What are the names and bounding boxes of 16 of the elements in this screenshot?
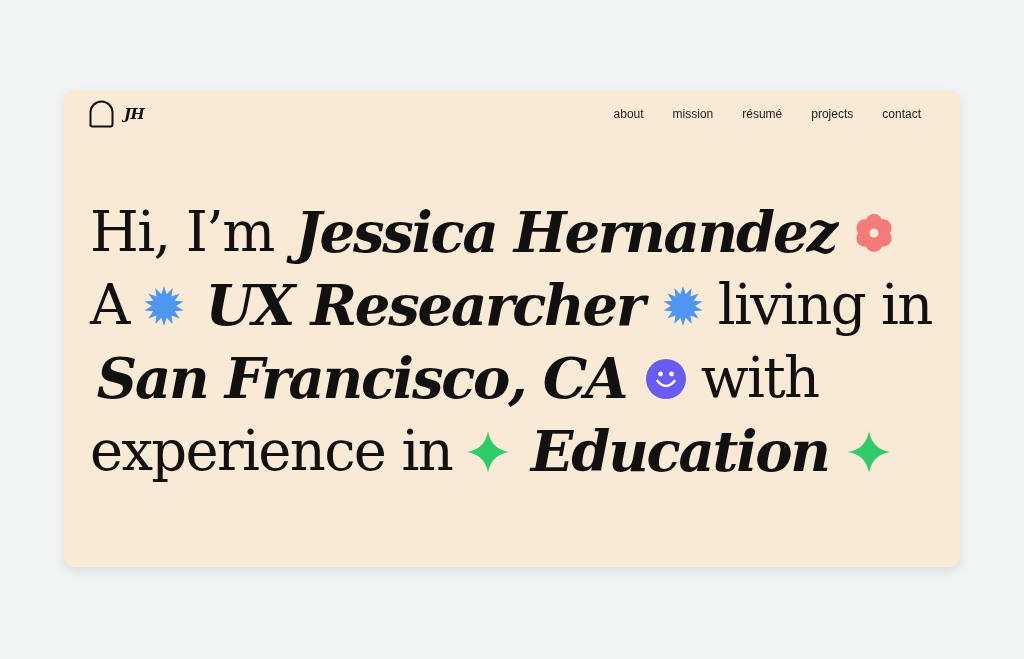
headline-text: Hi, I’m [90, 200, 274, 265]
emphasized-headline-text: Education [528, 419, 830, 484]
nav-link[interactable]: mission [672, 105, 714, 123]
emphasized-headline-text: UX Researcher [198, 273, 648, 338]
headline-text: with [700, 346, 819, 411]
nav-link[interactable]: résumé [742, 105, 783, 123]
nav-link[interactable]: about [613, 105, 644, 123]
headline-text: A [90, 273, 129, 338]
headline-text: experience in [90, 419, 453, 484]
nav-link[interactable]: contact [882, 105, 921, 123]
logo-text[interactable]: JH [122, 102, 147, 126]
nav-link[interactable]: projects [811, 105, 854, 123]
emphasized-headline-text: Jessica Hernandez [288, 200, 841, 265]
arch-icon[interactable] [89, 100, 114, 128]
emphasized-headline-text: San Francisco, CA [95, 346, 628, 411]
headline-text: living in [717, 273, 932, 338]
